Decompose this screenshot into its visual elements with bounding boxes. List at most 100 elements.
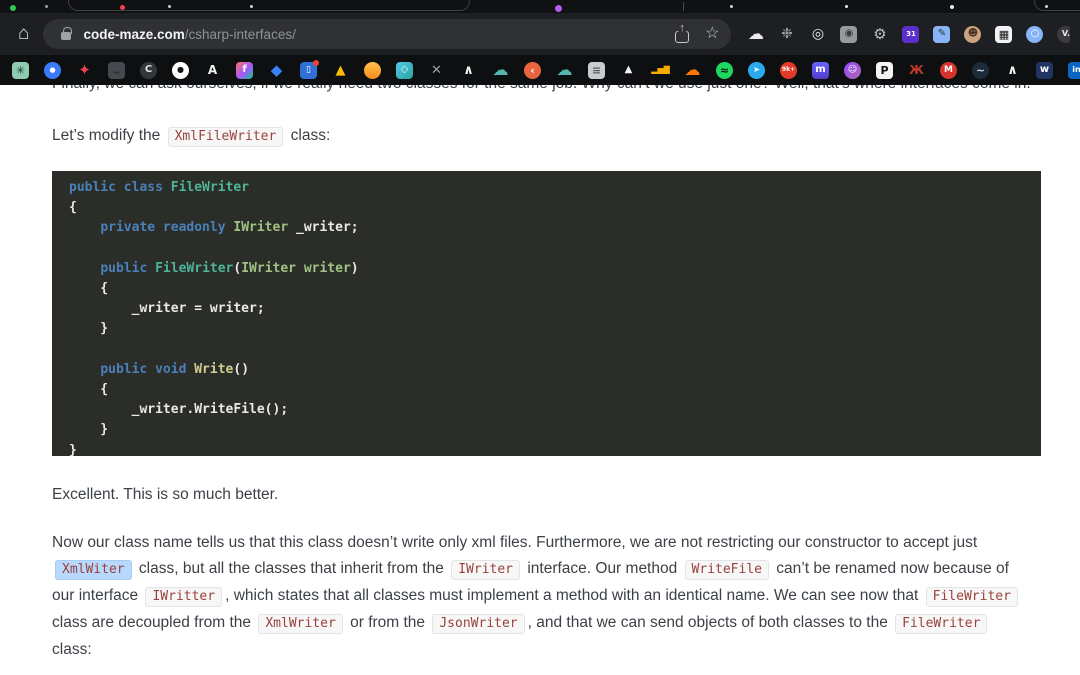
github-icon[interactable]: ● bbox=[172, 61, 189, 79]
code-line: _writer.WriteFile(); bbox=[69, 400, 1041, 420]
gear-extension-icon[interactable]: ⚙ bbox=[871, 26, 888, 43]
trello-board-glyph: ▯ bbox=[306, 64, 311, 75]
code-token: _writer = writer; bbox=[69, 301, 265, 317]
9k-badge-icon[interactable]: 9k+ bbox=[780, 61, 797, 79]
calendar-31-extension-icon[interactable]: 31 bbox=[902, 25, 920, 43]
chevron-a-icon[interactable]: ∧ bbox=[460, 62, 477, 79]
teal-cloud-1-icon[interactable]: ☁ bbox=[492, 62, 509, 79]
search-lens-extension-icon[interactable]: ○ bbox=[1026, 25, 1044, 43]
avatar-face-extension-icon[interactable]: ☻ bbox=[964, 25, 982, 43]
gear-extension-glyph: ⚙ bbox=[873, 25, 887, 43]
text-run: class are decoupled from the bbox=[52, 614, 256, 631]
address-bar[interactable]: code-maze.com/csharp-interfaces/ ☆ bbox=[43, 19, 732, 49]
linkedin-icon[interactable]: in bbox=[1068, 61, 1080, 79]
teal-cloud-2-icon[interactable]: ☁ bbox=[556, 62, 573, 79]
google-drive-icon[interactable]: ▲ bbox=[332, 62, 349, 79]
inline-code: IWritter bbox=[145, 587, 223, 607]
spotify-icon[interactable]: ≈ bbox=[716, 61, 733, 79]
chatgpt-glyph: ✳ bbox=[15, 63, 26, 77]
orange-c-icon[interactable]: ‹ bbox=[524, 61, 541, 79]
tab-strip[interactable] bbox=[0, 0, 1080, 13]
dark-wave-glyph: ~ bbox=[975, 63, 986, 77]
wattpad-glyph: w bbox=[1039, 64, 1050, 75]
wattpad-icon[interactable]: w bbox=[1036, 61, 1053, 79]
code-token: _writer.WriteFile(); bbox=[69, 402, 289, 418]
text-run: class: bbox=[286, 127, 331, 144]
trello-board-icon[interactable]: ▯ bbox=[300, 59, 319, 79]
analytics-bars-icon[interactable]: ▂▅▇ bbox=[651, 62, 669, 79]
vercel-triangle-glyph: ▲ bbox=[624, 64, 633, 75]
bookmark-star-icon[interactable]: ☆ bbox=[705, 26, 719, 42]
soundcloud-icon[interactable]: ☁ bbox=[684, 62, 701, 79]
code-line: { bbox=[69, 380, 1041, 400]
url-text[interactable]: code-maze.com/csharp-interfaces/ bbox=[83, 27, 675, 42]
home-icon[interactable]: ⌂ bbox=[18, 24, 29, 43]
dark-wave-icon[interactable]: ~ bbox=[972, 61, 989, 79]
text-run: Let’s modify the bbox=[52, 127, 165, 144]
inline-code: XmlFileWriter bbox=[167, 127, 284, 147]
tab-divider bbox=[683, 2, 684, 11]
code-line: public class FileWriter bbox=[69, 178, 1041, 198]
inline-code: XmlWriter bbox=[258, 614, 343, 634]
avatar-face-extension-glyph: ☻ bbox=[967, 28, 979, 39]
chatgpt-icon[interactable]: ✳ bbox=[12, 61, 29, 79]
browser-window: ⌂ code-maze.com/csharp-interfaces/ ☆ ☁ ❉ ◎… bbox=[0, 0, 1080, 675]
vercel-triangle-icon[interactable]: ▲ bbox=[620, 62, 637, 79]
purple-chat-glyph: ☺ bbox=[847, 64, 858, 75]
code-token: } bbox=[69, 321, 109, 337]
tab-outline[interactable] bbox=[68, 0, 470, 11]
cloud-extension-icon[interactable]: ☁ bbox=[747, 26, 764, 43]
red-arrows-icon[interactable]: ✦ bbox=[76, 62, 93, 79]
camera-extension-icon[interactable]: ◉ bbox=[840, 25, 858, 43]
cloud-extension-glyph: ☁ bbox=[747, 25, 764, 43]
p-flag-icon[interactable]: P bbox=[876, 61, 893, 79]
url-path: /csharp-interfaces/ bbox=[184, 26, 296, 42]
chevron-a-2-icon[interactable]: ∧ bbox=[1004, 62, 1021, 79]
server-stack-icon[interactable]: ≡ bbox=[588, 61, 605, 79]
code-token: { bbox=[69, 281, 109, 297]
tab-favicon-dot bbox=[730, 5, 733, 8]
mastodon-icon[interactable]: m bbox=[812, 61, 829, 79]
c-logo-icon[interactable]: C bbox=[140, 61, 157, 79]
messages-bubble-icon[interactable]: ● bbox=[44, 61, 61, 79]
intro-paragraph: Let’s modify the XmlFileWriter class: bbox=[52, 123, 1032, 150]
messages-bubble-glyph: ● bbox=[49, 65, 56, 74]
notes-pencil-extension-icon[interactable]: ✎ bbox=[933, 25, 951, 43]
telegram-icon[interactable]: ➤ bbox=[748, 61, 765, 79]
profile-avatar-icon[interactable]: V. bbox=[1057, 25, 1070, 43]
folder-icon[interactable]: ▂ bbox=[108, 61, 125, 79]
blue-diamond-icon[interactable]: ◆ bbox=[268, 62, 285, 79]
linkedin-glyph: in bbox=[1072, 65, 1080, 74]
p-flag-glyph: P bbox=[880, 63, 889, 77]
a-site-icon[interactable]: A bbox=[204, 62, 221, 79]
atom-extension-glyph: ❉ bbox=[781, 26, 793, 42]
text-run: class: bbox=[52, 641, 92, 658]
x-stitch-icon[interactable]: ✕ bbox=[428, 62, 445, 79]
target-extension-icon[interactable]: ◎ bbox=[809, 26, 826, 43]
code-token: public bbox=[100, 260, 156, 276]
figma-icon[interactable]: f bbox=[236, 61, 253, 79]
qr-code-extension-icon[interactable]: ▦ bbox=[995, 25, 1013, 43]
honey-drop-icon[interactable] bbox=[364, 61, 381, 79]
code-line: { bbox=[69, 198, 1041, 218]
code-token: } bbox=[69, 442, 77, 456]
tab-outline[interactable] bbox=[1034, 0, 1080, 11]
lock-icon[interactable] bbox=[61, 26, 72, 40]
m-circle-icon[interactable]: M bbox=[940, 61, 957, 79]
code-block[interactable]: public class FileWriter { private readonl… bbox=[52, 171, 1041, 456]
browser-toolbar: ⌂ code-maze.com/csharp-interfaces/ ☆ ☁ ❉ ◎… bbox=[0, 13, 1080, 55]
url-host: code-maze.com bbox=[83, 26, 185, 42]
radio-tower-icon[interactable]: Ж bbox=[908, 62, 925, 79]
bookmarks-bar: ✳ ● ✦ ▂ C ● Af ◆ ▯ ▲ ◇ ✕ ∧ ☁ ‹ ☁ ≡ ▲ ▂▅▇ ☁ ≈ ➤ 9k+ m ☺ P Ж M ~ ∧ w in bbox=[0, 55, 1080, 85]
spotify-glyph: ≈ bbox=[719, 63, 730, 77]
telegram-glyph: ➤ bbox=[753, 65, 760, 74]
radio-tower-glyph: Ж bbox=[909, 63, 924, 77]
cube-3d-glyph: ◇ bbox=[400, 64, 409, 75]
cube-3d-icon[interactable]: ◇ bbox=[396, 61, 413, 79]
atom-extension-icon[interactable]: ❉ bbox=[778, 26, 795, 43]
share-icon[interactable] bbox=[675, 26, 690, 43]
code-line: } bbox=[69, 420, 1041, 440]
purple-chat-icon[interactable]: ☺ bbox=[844, 61, 861, 79]
code-token: } bbox=[69, 422, 109, 438]
